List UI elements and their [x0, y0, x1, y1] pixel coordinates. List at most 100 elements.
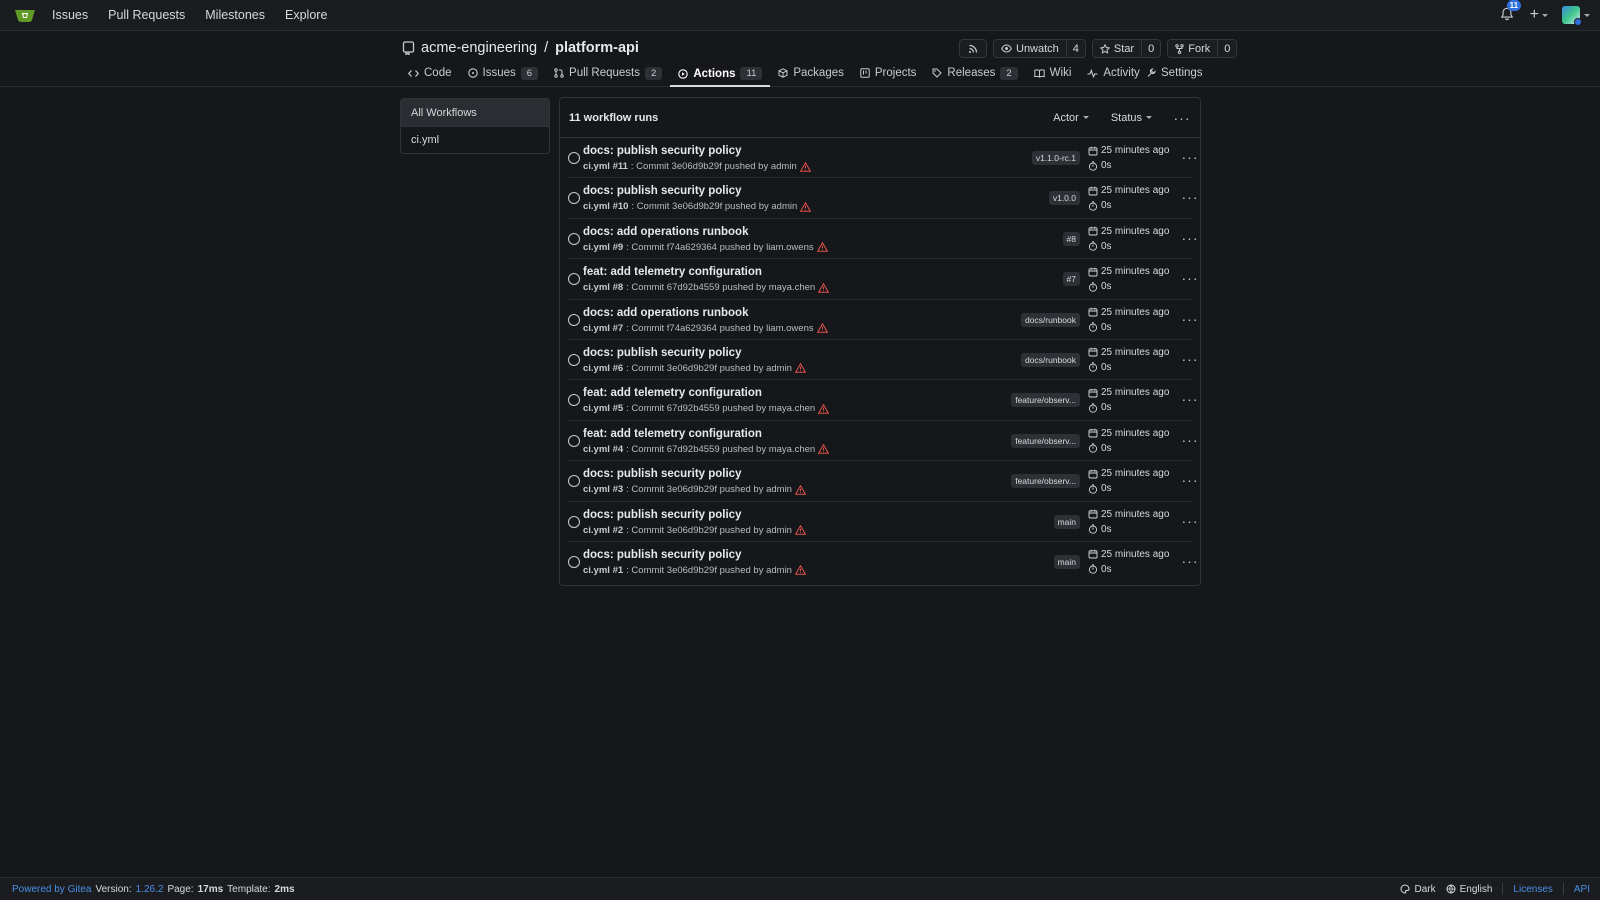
tab-settings[interactable]: Settings	[1146, 67, 1203, 79]
table-row[interactable]: docs: publish security policy ci.yml #10:…	[568, 178, 1198, 219]
table-row[interactable]: docs: add operations runbook ci.yml #7: C…	[568, 300, 1198, 340]
tab-activity[interactable]: Activity	[1087, 62, 1140, 84]
more-options-icon[interactable]: ···	[1180, 190, 1200, 204]
repo-name-link[interactable]: platform-api	[555, 40, 639, 56]
run-title-link[interactable]: feat: add telemetry configuration	[583, 387, 762, 399]
rss-feed-button[interactable]	[959, 39, 987, 58]
run-number[interactable]: ci.yml #8	[583, 282, 623, 293]
run-title-link[interactable]: feat: add telemetry configuration	[583, 428, 762, 440]
run-title-link[interactable]: docs: publish security policy	[583, 347, 741, 359]
run-ref-badge[interactable]: main	[1053, 514, 1080, 529]
calendar-icon	[1088, 307, 1098, 317]
run-title-link[interactable]: feat: add telemetry configuration	[583, 266, 762, 278]
status-filter-dropdown[interactable]: Status	[1111, 112, 1152, 124]
run-commit-info: : Commit f74a629364 pushed by liam.owens	[626, 322, 814, 334]
star-button[interactable]: Star 0	[1091, 39, 1162, 58]
star-count[interactable]: 0	[1141, 40, 1160, 57]
table-row[interactable]: docs: publish security policy ci.yml #1: …	[568, 542, 1198, 582]
run-number[interactable]: ci.yml #2	[583, 525, 623, 536]
nav-explore[interactable]: Explore	[285, 8, 327, 22]
run-number[interactable]: ci.yml #4	[583, 444, 623, 455]
create-new-menu[interactable]: +	[1530, 6, 1548, 24]
run-number[interactable]: ci.yml #10	[583, 201, 628, 212]
run-ref-badge[interactable]: #7	[1062, 272, 1080, 287]
watch-count[interactable]: 4	[1065, 40, 1085, 57]
run-number[interactable]: ci.yml #6	[583, 363, 623, 374]
tab-packages[interactable]: Packages	[778, 62, 844, 84]
table-row[interactable]: docs: add operations runbook ci.yml #9: C…	[568, 219, 1198, 260]
actor-filter-dropdown[interactable]: Actor	[1053, 112, 1089, 124]
run-number[interactable]: ci.yml #3	[583, 484, 623, 495]
run-ref-badge[interactable]: v1.1.0-rc.1	[1031, 151, 1080, 165]
run-number[interactable]: ci.yml #9	[583, 242, 623, 253]
run-ref-badge[interactable]: docs/runbook	[1020, 352, 1080, 367]
tab-releases[interactable]: Releases 2	[932, 62, 1018, 84]
run-title-link[interactable]: docs: publish security policy	[583, 145, 741, 157]
tab-issues[interactable]: Issues 6	[467, 62, 539, 84]
sidebar-item-ci-yml[interactable]: ci.yml	[401, 126, 549, 153]
nav-pull-requests[interactable]: Pull Requests	[108, 8, 185, 22]
powered-by-link[interactable]: Powered by Gitea	[12, 884, 92, 895]
calendar-icon	[1088, 348, 1098, 357]
tab-projects[interactable]: Projects	[860, 62, 916, 84]
table-row[interactable]: docs: publish security policy ci.yml #6: …	[568, 340, 1198, 381]
more-options-icon[interactable]: ···	[1172, 111, 1192, 125]
unwatch-button[interactable]: Unwatch 4	[993, 39, 1086, 58]
fork-button[interactable]: Fork 0	[1167, 39, 1238, 58]
more-options-icon[interactable]: ···	[1180, 150, 1200, 164]
table-row[interactable]: docs: publish security policy ci.yml #11:…	[568, 138, 1198, 179]
sidebar-item-all-workflows[interactable]: All Workflows	[401, 99, 549, 126]
run-ref-badge[interactable]: v1.0.0	[1048, 191, 1080, 206]
table-row[interactable]: feat: add telemetry configuration ci.yml …	[568, 380, 1198, 421]
table-row[interactable]: feat: add telemetry configuration ci.yml …	[568, 421, 1198, 462]
run-duration-label: 0s	[1101, 281, 1112, 293]
run-number[interactable]: ci.yml #7	[583, 323, 623, 334]
tab-actions[interactable]: Actions 11	[670, 62, 771, 87]
run-title-link[interactable]: docs: add operations runbook	[583, 307, 748, 319]
tab-pull-requests[interactable]: Pull Requests 2	[554, 62, 663, 84]
more-options-icon[interactable]: ···	[1180, 554, 1200, 568]
run-title-link[interactable]: docs: publish security policy	[583, 549, 741, 561]
tab-wiki[interactable]: Wiki	[1033, 62, 1071, 84]
run-ref-badge[interactable]: feature/observ...	[1011, 474, 1080, 489]
more-options-icon[interactable]: ···	[1180, 271, 1200, 285]
run-number[interactable]: ci.yml #1	[583, 565, 623, 576]
more-options-icon[interactable]: ···	[1180, 473, 1200, 487]
more-options-icon[interactable]: ···	[1180, 514, 1200, 528]
more-options-icon[interactable]: ···	[1180, 352, 1200, 366]
more-options-icon[interactable]: ···	[1180, 433, 1200, 447]
table-row[interactable]: docs: publish security policy ci.yml #2: …	[568, 502, 1198, 542]
run-number[interactable]: ci.yml #5	[583, 403, 623, 414]
api-link[interactable]: API	[1574, 884, 1590, 895]
more-options-icon[interactable]: ···	[1180, 312, 1200, 326]
more-options-icon[interactable]: ···	[1180, 231, 1200, 245]
run-ref-badge[interactable]: #8	[1062, 231, 1080, 246]
run-title-link[interactable]: docs: publish security policy	[583, 185, 741, 197]
more-options-icon[interactable]: ···	[1180, 392, 1200, 406]
repo-owner-link[interactable]: acme-engineering	[421, 40, 537, 56]
warning-icon	[818, 444, 830, 454]
nav-issues[interactable]: Issues	[52, 8, 88, 22]
table-row[interactable]: docs: publish security policy ci.yml #3: …	[568, 461, 1198, 502]
theme-selector[interactable]: Dark	[1400, 884, 1436, 895]
gitea-logo-icon[interactable]	[14, 7, 36, 23]
user-menu[interactable]	[1562, 6, 1590, 26]
fork-count[interactable]: 0	[1217, 40, 1236, 57]
run-number[interactable]: ci.yml #11	[583, 161, 628, 172]
run-ref-badge[interactable]: main	[1053, 554, 1080, 569]
notifications-bell-icon[interactable]: 11	[1500, 0, 1522, 23]
table-row[interactable]: feat: add telemetry configuration ci.yml …	[568, 259, 1198, 300]
run-ref-badge[interactable]: feature/observ...	[1011, 393, 1080, 408]
run-status-icon	[568, 555, 580, 568]
repo-icon	[402, 41, 415, 55]
licenses-link[interactable]: Licenses	[1513, 884, 1552, 895]
run-title-link[interactable]: docs: publish security policy	[583, 468, 741, 480]
run-title-link[interactable]: docs: publish security policy	[583, 509, 741, 521]
language-selector[interactable]: English	[1446, 884, 1492, 895]
version-link[interactable]: 1.26.2	[136, 884, 164, 895]
run-title-link[interactable]: docs: add operations runbook	[583, 226, 748, 238]
run-ref-badge[interactable]: feature/observ...	[1011, 433, 1080, 448]
tab-code[interactable]: Code	[408, 62, 452, 84]
run-ref-badge[interactable]: docs/runbook	[1020, 312, 1080, 327]
nav-milestones[interactable]: Milestones	[205, 8, 265, 22]
